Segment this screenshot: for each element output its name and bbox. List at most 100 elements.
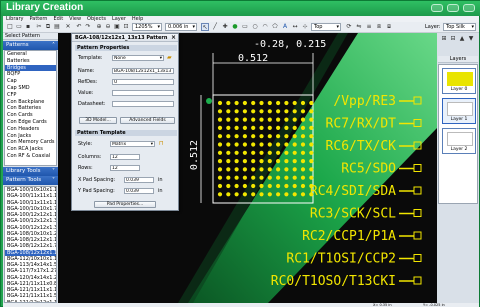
pad[interactable] bbox=[300, 125, 306, 130]
pin-tool-icon[interactable]: ✚ bbox=[221, 23, 229, 31]
pad[interactable] bbox=[292, 159, 297, 164]
pad[interactable] bbox=[251, 150, 256, 155]
pad[interactable] bbox=[292, 150, 297, 155]
pad[interactable] bbox=[217, 159, 223, 164]
dimension-tool-icon[interactable]: ↔ bbox=[291, 23, 299, 31]
pad[interactable] bbox=[234, 134, 239, 139]
pad[interactable] bbox=[242, 109, 247, 114]
close-button[interactable] bbox=[463, 4, 475, 12]
pad[interactable] bbox=[276, 183, 281, 189]
pad[interactable] bbox=[292, 100, 297, 106]
pad[interactable] bbox=[284, 109, 289, 114]
library-item[interactable]: BGA-120/14x14x1.2.. bbox=[5, 275, 56, 281]
pad[interactable] bbox=[276, 192, 281, 197]
pad[interactable] bbox=[259, 134, 264, 139]
pad[interactable] bbox=[251, 175, 256, 180]
pad-tool-icon[interactable]: ● bbox=[231, 23, 239, 31]
pattern-item[interactable]: General bbox=[5, 51, 56, 58]
grid-combo[interactable]: 0.006 in ▾ bbox=[165, 23, 197, 31]
pad[interactable] bbox=[226, 117, 231, 122]
pad[interactable] bbox=[276, 109, 281, 114]
columns-field[interactable]: 12 bbox=[110, 154, 140, 160]
name-field[interactable]: BGA-108/12x12x1_13x13 bbox=[112, 68, 174, 74]
pad[interactable] bbox=[267, 134, 272, 139]
pad[interactable] bbox=[226, 100, 231, 106]
pad[interactable] bbox=[217, 125, 223, 130]
pad[interactable] bbox=[217, 183, 223, 189]
copy-icon[interactable]: ⧉ bbox=[44, 23, 52, 31]
pad[interactable] bbox=[292, 125, 297, 130]
pad[interactable] bbox=[284, 134, 289, 139]
pad[interactable] bbox=[284, 192, 289, 197]
pad[interactable] bbox=[309, 134, 314, 139]
delete-icon[interactable]: ✕ bbox=[64, 23, 72, 31]
pattern-item[interactable]: BQFP bbox=[5, 71, 56, 78]
pad[interactable] bbox=[226, 175, 231, 180]
rows-field[interactable]: 12 bbox=[110, 165, 140, 171]
zoom-window-icon[interactable]: ⊡ bbox=[122, 23, 130, 31]
pad[interactable] bbox=[300, 167, 306, 172]
layer-tile-0[interactable]: Layer 0 bbox=[442, 68, 476, 94]
pad[interactable] bbox=[284, 142, 289, 147]
pad[interactable] bbox=[309, 117, 314, 122]
pattern-item[interactable]: Con RF & Coaxial bbox=[5, 153, 56, 160]
pad[interactable] bbox=[234, 142, 239, 147]
pad[interactable] bbox=[267, 183, 272, 189]
pad[interactable] bbox=[217, 100, 223, 106]
ypad-field[interactable]: 0.039 bbox=[124, 188, 154, 194]
style-select[interactable]: Matrix ▾ bbox=[110, 141, 155, 147]
mirror-icon[interactable]: ⇋ bbox=[355, 23, 363, 31]
pad[interactable] bbox=[234, 100, 239, 106]
pad[interactable] bbox=[217, 117, 223, 122]
pad[interactable] bbox=[217, 175, 223, 180]
pad[interactable] bbox=[292, 117, 297, 122]
pad[interactable] bbox=[309, 150, 314, 155]
pad[interactable] bbox=[251, 134, 256, 139]
pattern-item[interactable]: Con Batteries bbox=[5, 105, 56, 112]
pad[interactable] bbox=[217, 142, 223, 147]
library-item[interactable]: BGA-108/12x12x1.7.. bbox=[5, 243, 56, 249]
library-item[interactable]: BGA-117/7x17x1.27.. bbox=[5, 268, 56, 274]
pad[interactable] bbox=[234, 192, 239, 197]
polygon-tool-icon[interactable]: ⬠ bbox=[271, 23, 279, 31]
pad[interactable] bbox=[276, 142, 281, 147]
layer-add-icon[interactable]: ⊞ bbox=[440, 35, 448, 43]
pad[interactable] bbox=[259, 117, 264, 122]
pad[interactable] bbox=[259, 100, 264, 106]
zoom-out-icon[interactable]: ⊖ bbox=[104, 23, 112, 31]
cut-icon[interactable]: ✂ bbox=[35, 23, 43, 31]
pad[interactable] bbox=[234, 175, 239, 180]
library-item[interactable]: BGA-121/11x11x1.5.. bbox=[5, 293, 56, 299]
library-item[interactable]: BGA-108/12x12x1.1.. bbox=[5, 249, 56, 256]
pad[interactable] bbox=[309, 159, 314, 164]
value-field[interactable] bbox=[112, 90, 174, 96]
pad[interactable] bbox=[267, 100, 272, 106]
ungroup-icon[interactable]: ⧇ bbox=[385, 23, 393, 31]
datasheet-field[interactable] bbox=[112, 101, 174, 107]
pad[interactable] bbox=[226, 167, 231, 172]
library-item[interactable]: BGA-100/12x12x1.3.. bbox=[5, 225, 56, 231]
pad[interactable] bbox=[259, 125, 264, 130]
pattern-item[interactable]: Con Edge Cards bbox=[5, 119, 56, 126]
maximize-button[interactable] bbox=[447, 4, 459, 12]
pad[interactable] bbox=[251, 117, 256, 122]
patterns-panel-title[interactable]: Patterns ˄ bbox=[3, 41, 58, 50]
select-pointer-icon[interactable]: ↖ bbox=[201, 23, 209, 31]
pad[interactable] bbox=[251, 167, 256, 172]
pad[interactable] bbox=[276, 159, 281, 164]
pad[interactable] bbox=[242, 117, 247, 122]
pad[interactable] bbox=[300, 183, 306, 189]
pad[interactable] bbox=[300, 142, 306, 147]
pad[interactable] bbox=[300, 159, 306, 164]
pad[interactable] bbox=[292, 192, 297, 197]
pad[interactable] bbox=[267, 117, 272, 122]
pad[interactable] bbox=[259, 192, 264, 197]
rectangle-tool-icon[interactable]: ▭ bbox=[241, 23, 249, 31]
pad[interactable] bbox=[234, 125, 239, 130]
pattern-item[interactable]: Con RCA Jacks bbox=[5, 146, 56, 153]
pad[interactable] bbox=[276, 150, 281, 155]
origin-tool-icon[interactable]: ⊹ bbox=[301, 23, 309, 31]
library-item[interactable]: BGA-100/11x11x1.1.. bbox=[5, 193, 56, 199]
pad[interactable] bbox=[259, 175, 264, 180]
arc-tool-icon[interactable]: ◠ bbox=[261, 23, 269, 31]
